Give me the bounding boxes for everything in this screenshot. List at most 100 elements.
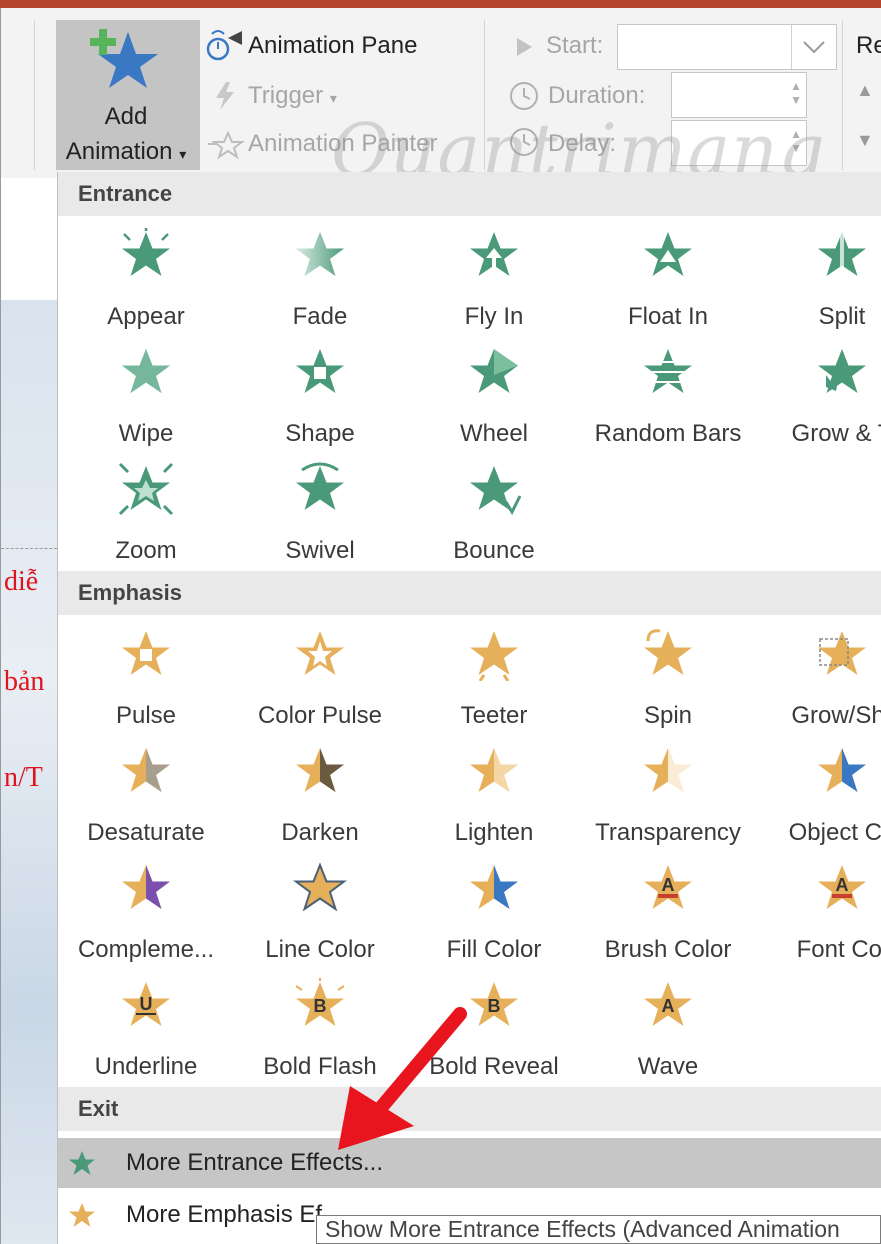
emphasis-effect-label: Fill Color xyxy=(446,936,542,963)
entrance-star-icon xyxy=(296,232,344,276)
emphasis-effect-label: Line Color xyxy=(265,936,375,963)
entrance-grid: Appear Fade Fly In Float In Split Wipe Shape Wh… xyxy=(58,216,881,570)
emphasis-star-icon xyxy=(122,631,170,675)
slide-text: bản xyxy=(4,666,45,697)
emphasis-effect-label: Pulse xyxy=(115,702,177,729)
move-later-icon[interactable]: ▼ xyxy=(856,130,874,151)
move-earlier-icon[interactable]: ▲ xyxy=(856,80,874,101)
entrance-star-icon xyxy=(640,349,696,393)
emphasis-star-icon: A xyxy=(644,982,692,1026)
entrance-effect-label: Wheel xyxy=(459,420,529,447)
emphasis-effect-color-pulse[interactable]: Color Pulse xyxy=(233,627,407,745)
emphasis-effect-pulse[interactable]: Pulse xyxy=(59,627,233,745)
emphasis-star-icon xyxy=(122,865,170,909)
entrance-effect-wipe[interactable]: Wipe xyxy=(59,345,233,463)
entrance-star-icon xyxy=(818,228,866,282)
section-header-entrance: Entrance xyxy=(58,172,881,216)
svg-text:B: B xyxy=(314,996,327,1016)
emphasis-effect-label: Desaturate xyxy=(87,819,205,846)
svg-text:A: A xyxy=(662,875,675,895)
emphasis-effect-darken[interactable]: Darken xyxy=(233,744,407,862)
svg-text:A: A xyxy=(662,996,675,1016)
entrance-effect-label: Wipe xyxy=(118,420,174,447)
emphasis-star-icon xyxy=(818,748,866,792)
spinner-arrows-icon[interactable]: ▲ ▼ xyxy=(790,79,802,107)
entrance-effect-fly-in[interactable]: Fly In xyxy=(407,228,581,346)
entrance-star-icon xyxy=(470,349,518,393)
slide-text: diễ xyxy=(4,566,39,597)
entrance-effect-label: Zoom xyxy=(115,537,177,564)
entrance-star-icon xyxy=(296,349,344,393)
emphasis-effect-lighten[interactable]: Lighten xyxy=(407,744,581,862)
trigger-button: Trigger ▾ xyxy=(248,82,337,109)
entrance-effect-float-in[interactable]: Float In xyxy=(581,228,755,346)
entrance-star-icon xyxy=(296,462,344,510)
entrance-effect-label: Fade xyxy=(292,303,348,330)
emphasis-effect-label: Color Pulse xyxy=(257,702,383,729)
entrance-effect-label: Random Bars xyxy=(594,420,742,447)
emphasis-effect-label: Font Col xyxy=(796,936,881,963)
emphasis-effect-label: Brush Color xyxy=(604,936,732,963)
start-dropdown[interactable] xyxy=(617,24,837,70)
emphasis-effect-compleme[interactable]: Compleme... xyxy=(59,861,233,979)
animation-pane-icon xyxy=(206,30,242,61)
emphasis-effect-object-co[interactable]: Object Co xyxy=(755,744,881,862)
entrance-effect-appear[interactable]: Appear xyxy=(59,228,233,346)
emphasis-effect-label: Spin xyxy=(643,702,693,729)
entrance-effect-bounce[interactable]: Bounce xyxy=(407,462,581,580)
section-header-emphasis: Emphasis xyxy=(58,571,881,615)
emphasis-effect-font-col[interactable]: A Font Col xyxy=(755,861,881,979)
entrance-star-icon xyxy=(122,349,170,393)
green-star-icon xyxy=(69,1151,95,1175)
chevron-down-icon[interactable] xyxy=(791,25,836,69)
entrance-star-icon xyxy=(470,466,522,516)
reorder-label: Re xyxy=(856,32,881,59)
emphasis-star-icon: A xyxy=(818,865,866,909)
emphasis-effect-transparency[interactable]: Transparency xyxy=(581,744,755,862)
emphasis-star-icon xyxy=(470,865,518,909)
emphasis-effect-label: Transparency xyxy=(595,819,741,846)
emphasis-effect-fill-color[interactable]: Fill Color xyxy=(407,861,581,979)
entrance-effect-split[interactable]: Split xyxy=(755,228,881,346)
emphasis-star-icon xyxy=(293,862,347,912)
entrance-star-icon xyxy=(644,232,692,276)
entrance-effect-label: Bounce xyxy=(453,537,535,564)
entrance-effect-wheel[interactable]: Wheel xyxy=(407,345,581,463)
emphasis-effect-label: Wave xyxy=(637,1053,699,1080)
entrance-effect-zoom[interactable]: Zoom xyxy=(59,462,233,580)
entrance-star-icon xyxy=(122,228,170,276)
emphasis-star-icon xyxy=(644,629,692,675)
emphasis-effect-label: Teeter xyxy=(460,702,528,729)
red-arrow-annotation xyxy=(338,1007,467,1150)
entrance-effect-label: Grow & T xyxy=(791,420,881,447)
svg-text:U: U xyxy=(140,994,153,1014)
entrance-effect-shape[interactable]: Shape xyxy=(233,345,407,463)
emphasis-effect-grow-shr[interactable]: Grow/Shr xyxy=(755,627,881,745)
emphasis-effect-underline[interactable]: U Underline xyxy=(59,978,233,1096)
emphasis-star-icon xyxy=(296,748,344,792)
entrance-effect-label: Split xyxy=(818,303,866,330)
entrance-effect-grow-t[interactable]: Grow & T xyxy=(755,345,881,463)
start-label: Start: xyxy=(546,32,604,59)
entrance-star-icon xyxy=(470,232,518,276)
emphasis-effect-spin[interactable]: Spin xyxy=(581,627,755,745)
emphasis-effect-brush-color[interactable]: A Brush Color xyxy=(581,861,755,979)
animation-pane-button[interactable]: Animation Pane xyxy=(248,32,417,60)
entrance-effect-random-bars[interactable]: Random Bars xyxy=(581,345,755,463)
emphasis-effect-label: Object Co xyxy=(788,819,881,846)
lightning-icon xyxy=(216,82,234,110)
entrance-effect-fade[interactable]: Fade xyxy=(233,228,407,346)
entrance-effect-label: Fly In xyxy=(464,303,524,330)
gold-star-icon xyxy=(69,1203,95,1227)
duration-label: Duration: xyxy=(548,82,646,109)
emphasis-effect-desaturate[interactable]: Desaturate xyxy=(59,744,233,862)
emphasis-effect-teeter[interactable]: Teeter xyxy=(407,627,581,745)
emphasis-star-icon xyxy=(818,631,866,675)
entrance-effect-label: Swivel xyxy=(285,537,355,564)
play-icon xyxy=(517,38,532,56)
emphasis-effect-line-color[interactable]: Line Color xyxy=(233,861,407,979)
slide-text: n/T xyxy=(4,762,43,793)
emphasis-effect-wave[interactable]: A Wave xyxy=(581,978,755,1096)
emphasis-effect-label: Grow/Shr xyxy=(791,702,881,729)
entrance-effect-swivel[interactable]: Swivel xyxy=(233,462,407,580)
